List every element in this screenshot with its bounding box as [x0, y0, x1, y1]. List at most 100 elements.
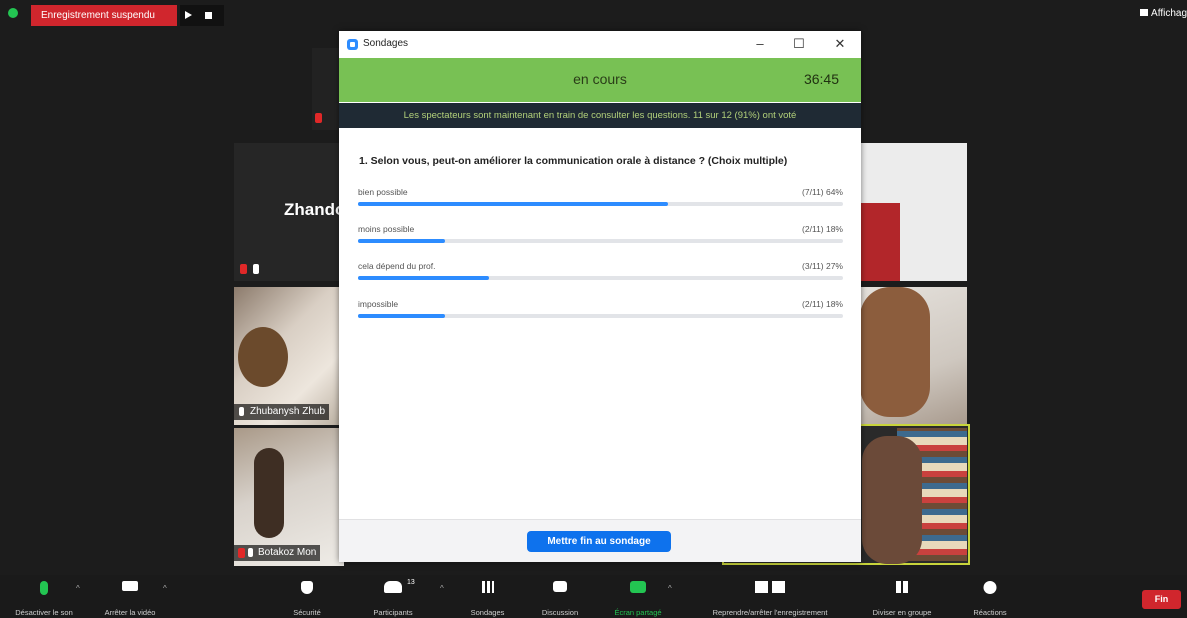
poll-option: cela dépend du prof. (3/11) 27% — [358, 261, 843, 295]
mic-muted-icon — [238, 548, 245, 558]
window-title: Sondages — [363, 38, 409, 49]
poll-info-bar: Les spectateurs sont maintenant en train… — [339, 103, 861, 128]
poll-status-bar: en cours 36:45 — [339, 58, 861, 102]
poll-timer: 36:45 — [803, 71, 839, 87]
mute-label: Désactiver le son — [15, 608, 73, 617]
poll-option-label: bien possible — [358, 187, 408, 197]
share-screen-icon — [630, 581, 646, 593]
participant-nameplate: Zhubanysh Zhub — [234, 404, 330, 420]
poll-option: bien possible (7/11) 64% — [358, 187, 843, 221]
grid-view-icon — [1140, 9, 1149, 16]
chevron-up-icon[interactable]: ^ — [668, 584, 672, 593]
microphone-icon — [40, 581, 48, 595]
share-screen-button[interactable]: Écran partagé — [600, 575, 676, 618]
poll-option-label: impossible — [358, 299, 399, 309]
chevron-up-icon[interactable]: ^ — [163, 584, 167, 593]
poll-option-label: moins possible — [358, 224, 415, 234]
view-button[interactable]: Affichag — [1140, 8, 1187, 19]
video-camera-icon — [122, 581, 138, 591]
recording-status-badge: Enregistrement suspendu — [31, 5, 177, 26]
video-tile-participant[interactable]: Zhubanysh Zhub — [234, 287, 344, 425]
poll-option-label: cela dépend du prof. — [358, 261, 436, 271]
poll-result-track — [358, 202, 843, 206]
poll-option: moins possible (2/11) 18% — [358, 224, 843, 258]
pause-stop-recording-icon — [755, 581, 785, 593]
maximize-icon[interactable]: ☐ — [789, 36, 809, 52]
chat-bubble-icon — [553, 581, 567, 592]
mic-muted-icon — [240, 264, 247, 274]
breakout-grid-icon — [896, 581, 908, 593]
security-button[interactable]: Sécurité — [272, 575, 342, 618]
top-bar: Enregistrement suspendu Affichag — [0, 0, 1187, 26]
close-icon[interactable]: ✕ — [830, 36, 850, 52]
poll-option-stat: (2/11) 18% — [802, 299, 843, 309]
poll-result-bar — [358, 314, 446, 318]
share-screen-label: Écran partagé — [614, 608, 662, 617]
emoji-icon — [983, 581, 997, 594]
polls-button[interactable]: Sondages — [455, 575, 520, 618]
participant-name: Zhubanysh Zhub — [250, 406, 326, 417]
zoom-app-icon — [347, 39, 358, 50]
shield-icon[interactable] — [8, 8, 18, 18]
participant-name-big: Zhando — [284, 200, 346, 219]
poll-result-bar — [358, 239, 446, 243]
meeting-toolbar: Désactiver le son ^ Arrêter la vidéo ^ S… — [0, 575, 1187, 618]
participants-label: Participants — [373, 608, 413, 617]
pin-icon — [239, 407, 244, 416]
record-control-label: Reprendre/arrêter l'enregistrement — [712, 608, 828, 617]
resume-recording-icon[interactable] — [185, 11, 192, 19]
participants-icon — [384, 581, 402, 593]
poll-footer: Mettre fin au sondage — [339, 519, 861, 562]
breakout-rooms-label: Diviser en groupe — [872, 608, 932, 617]
polls-label: Sondages — [470, 608, 505, 617]
mute-button[interactable]: Désactiver le son — [0, 575, 88, 618]
reactions-label: Réactions — [973, 608, 1007, 617]
breakout-rooms-button[interactable]: Diviser en groupe — [862, 575, 942, 618]
window-titlebar[interactable]: Sondages – ☐ ✕ — [339, 31, 861, 58]
participant-video — [254, 448, 284, 538]
poll-option-stat: (7/11) 64% — [802, 187, 843, 197]
stop-recording-icon[interactable] — [205, 12, 212, 19]
poll-option-stat: (3/11) 27% — [802, 261, 843, 271]
record-control-button[interactable]: Reprendre/arrêter l'enregistrement — [684, 575, 856, 618]
poll-option-stat: (2/11) 18% — [802, 224, 843, 234]
video-tile-participant[interactable] — [860, 143, 967, 281]
participant-video — [860, 287, 930, 417]
participant-video — [238, 327, 288, 387]
video-tile-participant[interactable] — [860, 287, 967, 425]
poll-option: impossible (2/11) 18% — [358, 299, 843, 333]
view-label: Affichag — [1151, 8, 1187, 19]
chevron-up-icon[interactable]: ^ — [440, 584, 444, 593]
participants-button[interactable]: 13 Participants — [352, 575, 434, 618]
pin-icon — [248, 548, 253, 557]
bar-chart-icon — [481, 581, 494, 593]
participant-video — [862, 436, 922, 564]
chat-button[interactable]: Discussion — [528, 575, 592, 618]
participant-name: Botakoz Mon — [258, 547, 317, 558]
security-label: Sécurité — [293, 608, 321, 617]
poll-info-text: Les spectateurs sont maintenant en train… — [403, 110, 797, 121]
mic-muted-icon — [315, 113, 322, 123]
reactions-button[interactable]: Réactions — [955, 575, 1025, 618]
stop-video-label: Arrêter la vidéo — [104, 608, 156, 617]
polls-window: Sondages – ☐ ✕ en cours 36:45 Les specta… — [339, 31, 861, 562]
shield-icon — [301, 581, 313, 594]
poll-result-track — [358, 314, 843, 318]
participants-count: 13 — [407, 579, 415, 586]
minimize-icon[interactable]: – — [750, 36, 770, 52]
poll-result-track — [358, 239, 843, 243]
poll-result-track — [358, 276, 843, 280]
poll-status: en cours — [573, 71, 627, 87]
recording-controls — [180, 5, 224, 26]
chevron-up-icon[interactable]: ^ — [76, 584, 80, 593]
poll-question: 1. Selon vous, peut-on améliorer la comm… — [359, 155, 788, 167]
pin-icon — [253, 264, 259, 274]
stop-video-button[interactable]: Arrêter la vidéo — [92, 575, 168, 618]
end-meeting-button[interactable]: Fin — [1142, 590, 1181, 609]
chat-label: Discussion — [541, 608, 579, 617]
video-tile-participant[interactable]: Botakoz Mon — [234, 428, 344, 566]
poll-result-bar — [358, 202, 669, 206]
participant-video — [860, 203, 900, 281]
end-poll-button[interactable]: Mettre fin au sondage — [527, 531, 671, 552]
poll-result-bar — [358, 276, 489, 280]
